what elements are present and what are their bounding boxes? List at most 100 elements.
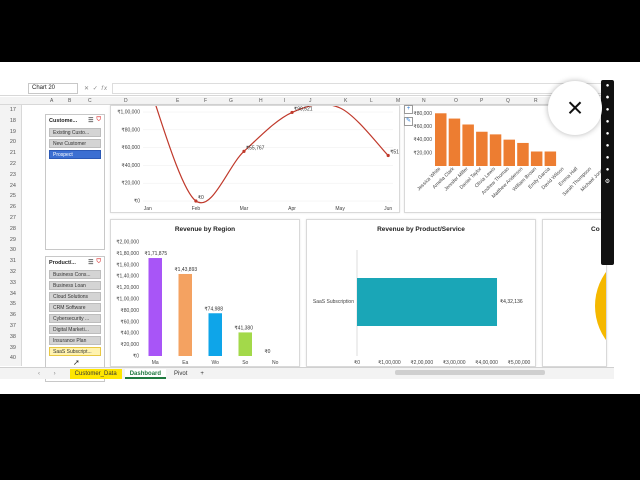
tool-icon[interactable]: ⚙ — [601, 176, 614, 188]
column-header-cell[interactable]: A — [50, 97, 53, 105]
row-header-cell[interactable]: 20 — [10, 139, 16, 145]
row-header-cell[interactable]: 31 — [10, 258, 16, 264]
row-header-cell[interactable]: 24 — [10, 183, 16, 189]
column-header-cell[interactable]: D — [124, 97, 128, 105]
slicer-item[interactable]: SaaS Subscript... — [49, 347, 101, 356]
row-header-cell[interactable]: 35 — [10, 301, 16, 307]
row-header-cell[interactable]: 17 — [10, 107, 16, 113]
row-header-cell[interactable]: 38 — [10, 334, 16, 340]
row-header-cell[interactable]: 18 — [10, 118, 16, 124]
multi-select-icon[interactable]: ☰ — [88, 117, 93, 124]
slicer-item[interactable]: Existing Custo... — [49, 128, 101, 137]
row-header-cell[interactable]: 19 — [10, 129, 16, 135]
column-header-cell[interactable]: F — [204, 97, 207, 105]
slicer-item[interactable]: Insurance Plan — [49, 336, 101, 345]
formula-icons[interactable]: ✕ ✓ fx — [84, 85, 108, 92]
row-header-cell[interactable]: 28 — [10, 226, 16, 232]
row-header-cell[interactable]: 40 — [10, 355, 16, 361]
monthly-revenue-chart[interactable]: ₹0 ₹20,000 ₹40,000 ₹60,000 ₹80,000 ₹1,00,000 J… — [110, 105, 400, 213]
formula-input[interactable] — [112, 83, 610, 94]
column-header-cell[interactable]: I — [284, 97, 285, 105]
chart-styles-icon[interactable]: ✎ — [404, 117, 413, 126]
close-icon: × — [566, 92, 584, 123]
clear-filter-icon[interactable]: ⛉ — [96, 117, 101, 124]
bar — [435, 113, 447, 166]
revenue-by-region-chart[interactable]: Revenue by Region ₹0 ₹20,000 ₹40,000 ₹60,00… — [110, 219, 300, 367]
column-header-cell[interactable]: C — [88, 97, 92, 105]
column-header-cell[interactable]: O — [454, 97, 458, 105]
x-tick-label: ₹3,00,000 — [443, 360, 466, 366]
slicer-item[interactable]: Business Loan — [49, 281, 101, 290]
slicer-item[interactable]: Cloud Solutions — [49, 292, 101, 301]
tab-nav-arrows[interactable]: ‹ › — [38, 371, 62, 377]
slicer-item[interactable]: Prospect — [49, 150, 101, 159]
tool-icon[interactable]: ● — [601, 140, 614, 152]
tool-icon[interactable]: ● — [601, 152, 614, 164]
row-header-cell[interactable]: 32 — [10, 269, 16, 275]
column-header-cell[interactable]: N — [422, 97, 426, 105]
row-header-cell[interactable]: 30 — [10, 247, 16, 253]
row-header-cell[interactable]: 23 — [10, 172, 16, 178]
slicer-item[interactable]: CRM Software — [49, 303, 101, 312]
name-box[interactable]: Chart 20 — [28, 83, 78, 94]
revenue-by-product-chart[interactable]: Revenue by Product/Service ₹0 ₹1,00,000 ₹2… — [306, 219, 536, 367]
x-tick-label: ₹4,00,000 — [475, 360, 498, 366]
column-header-cell[interactable]: K — [344, 97, 347, 105]
horizontal-scrollbar[interactable] — [395, 370, 545, 375]
data-label: ₹1,43,893 — [175, 267, 198, 273]
clear-filter-icon[interactable]: ⛉ — [96, 259, 101, 266]
x-tick-label: Wo — [212, 360, 220, 366]
column-header-cell[interactable]: J — [309, 97, 312, 105]
column-header-cell[interactable]: E — [176, 97, 179, 105]
tool-icon[interactable]: ● — [601, 80, 614, 92]
tab-customer-data[interactable]: Customer_Data — [69, 368, 122, 379]
slicer-item[interactable]: Digital Marketi... — [49, 325, 101, 334]
y-tick-label: ₹80,000 — [122, 127, 141, 133]
bar — [489, 134, 502, 166]
row-header-cell[interactable]: 22 — [10, 161, 16, 167]
data-label: ₹1,71,875 — [145, 251, 168, 257]
x-tick-label: ₹1,00,000 — [378, 360, 401, 366]
multi-select-icon[interactable]: ☰ — [88, 259, 93, 266]
tool-icon[interactable]: ● — [601, 104, 614, 116]
pie-chart[interactable]: Co — [542, 219, 607, 367]
tool-icon[interactable]: ● — [601, 116, 614, 128]
add-sheet-button[interactable]: + — [195, 369, 209, 379]
bar — [462, 124, 474, 166]
row-header-cell[interactable]: 34 — [10, 291, 16, 297]
column-header-cell[interactable]: B — [68, 97, 71, 105]
tool-icon[interactable]: ⏺ — [601, 92, 614, 104]
tool-icon[interactable]: ● — [601, 164, 614, 176]
chart-elements-icon[interactable]: + — [404, 105, 413, 114]
tab-dashboard[interactable]: Dashboard — [124, 368, 167, 379]
formula-bar: Chart 20 ✕ ✓ fx — [0, 82, 614, 96]
chart-title: Revenue by Region — [174, 226, 236, 233]
tab-pivot[interactable]: Pivot — [169, 369, 192, 379]
column-header-cell[interactable]: R — [534, 97, 538, 105]
row-header-cell[interactable]: 27 — [10, 215, 16, 221]
slicer-item[interactable]: Business Cons... — [49, 270, 101, 279]
slicer-item[interactable]: Cybersecurity ... — [49, 314, 101, 323]
row-header-cell[interactable]: 21 — [10, 150, 16, 156]
column-header-cell[interactable]: Q — [506, 97, 510, 105]
column-header-cell[interactable]: H — [259, 97, 263, 105]
row-header-cell[interactable]: 25 — [10, 193, 16, 199]
data-label: ₹4,32,136 — [500, 299, 523, 305]
row-header-cell[interactable]: 39 — [10, 345, 16, 351]
slicer-item[interactable]: New Customer — [49, 139, 101, 148]
row-header-cell[interactable]: 37 — [10, 323, 16, 329]
y-tick-label: ₹20,000 — [122, 181, 141, 187]
row-header-cell[interactable]: 26 — [10, 204, 16, 210]
column-header-cell[interactable]: G — [229, 97, 233, 105]
tool-icon[interactable]: ● — [601, 128, 614, 140]
x-tick-label: Feb — [192, 206, 201, 212]
column-header-cell[interactable]: M — [396, 97, 400, 105]
row-header-cell[interactable]: 33 — [10, 280, 16, 286]
column-header-cell[interactable]: P — [480, 97, 483, 105]
row-header-cell[interactable]: 29 — [10, 237, 16, 243]
row-header-cell[interactable]: 36 — [10, 312, 16, 318]
close-button[interactable]: × — [548, 81, 602, 135]
column-header-cell[interactable]: L — [370, 97, 373, 105]
customer-slicer-title: Custome... — [49, 117, 78, 124]
bar — [178, 273, 192, 356]
